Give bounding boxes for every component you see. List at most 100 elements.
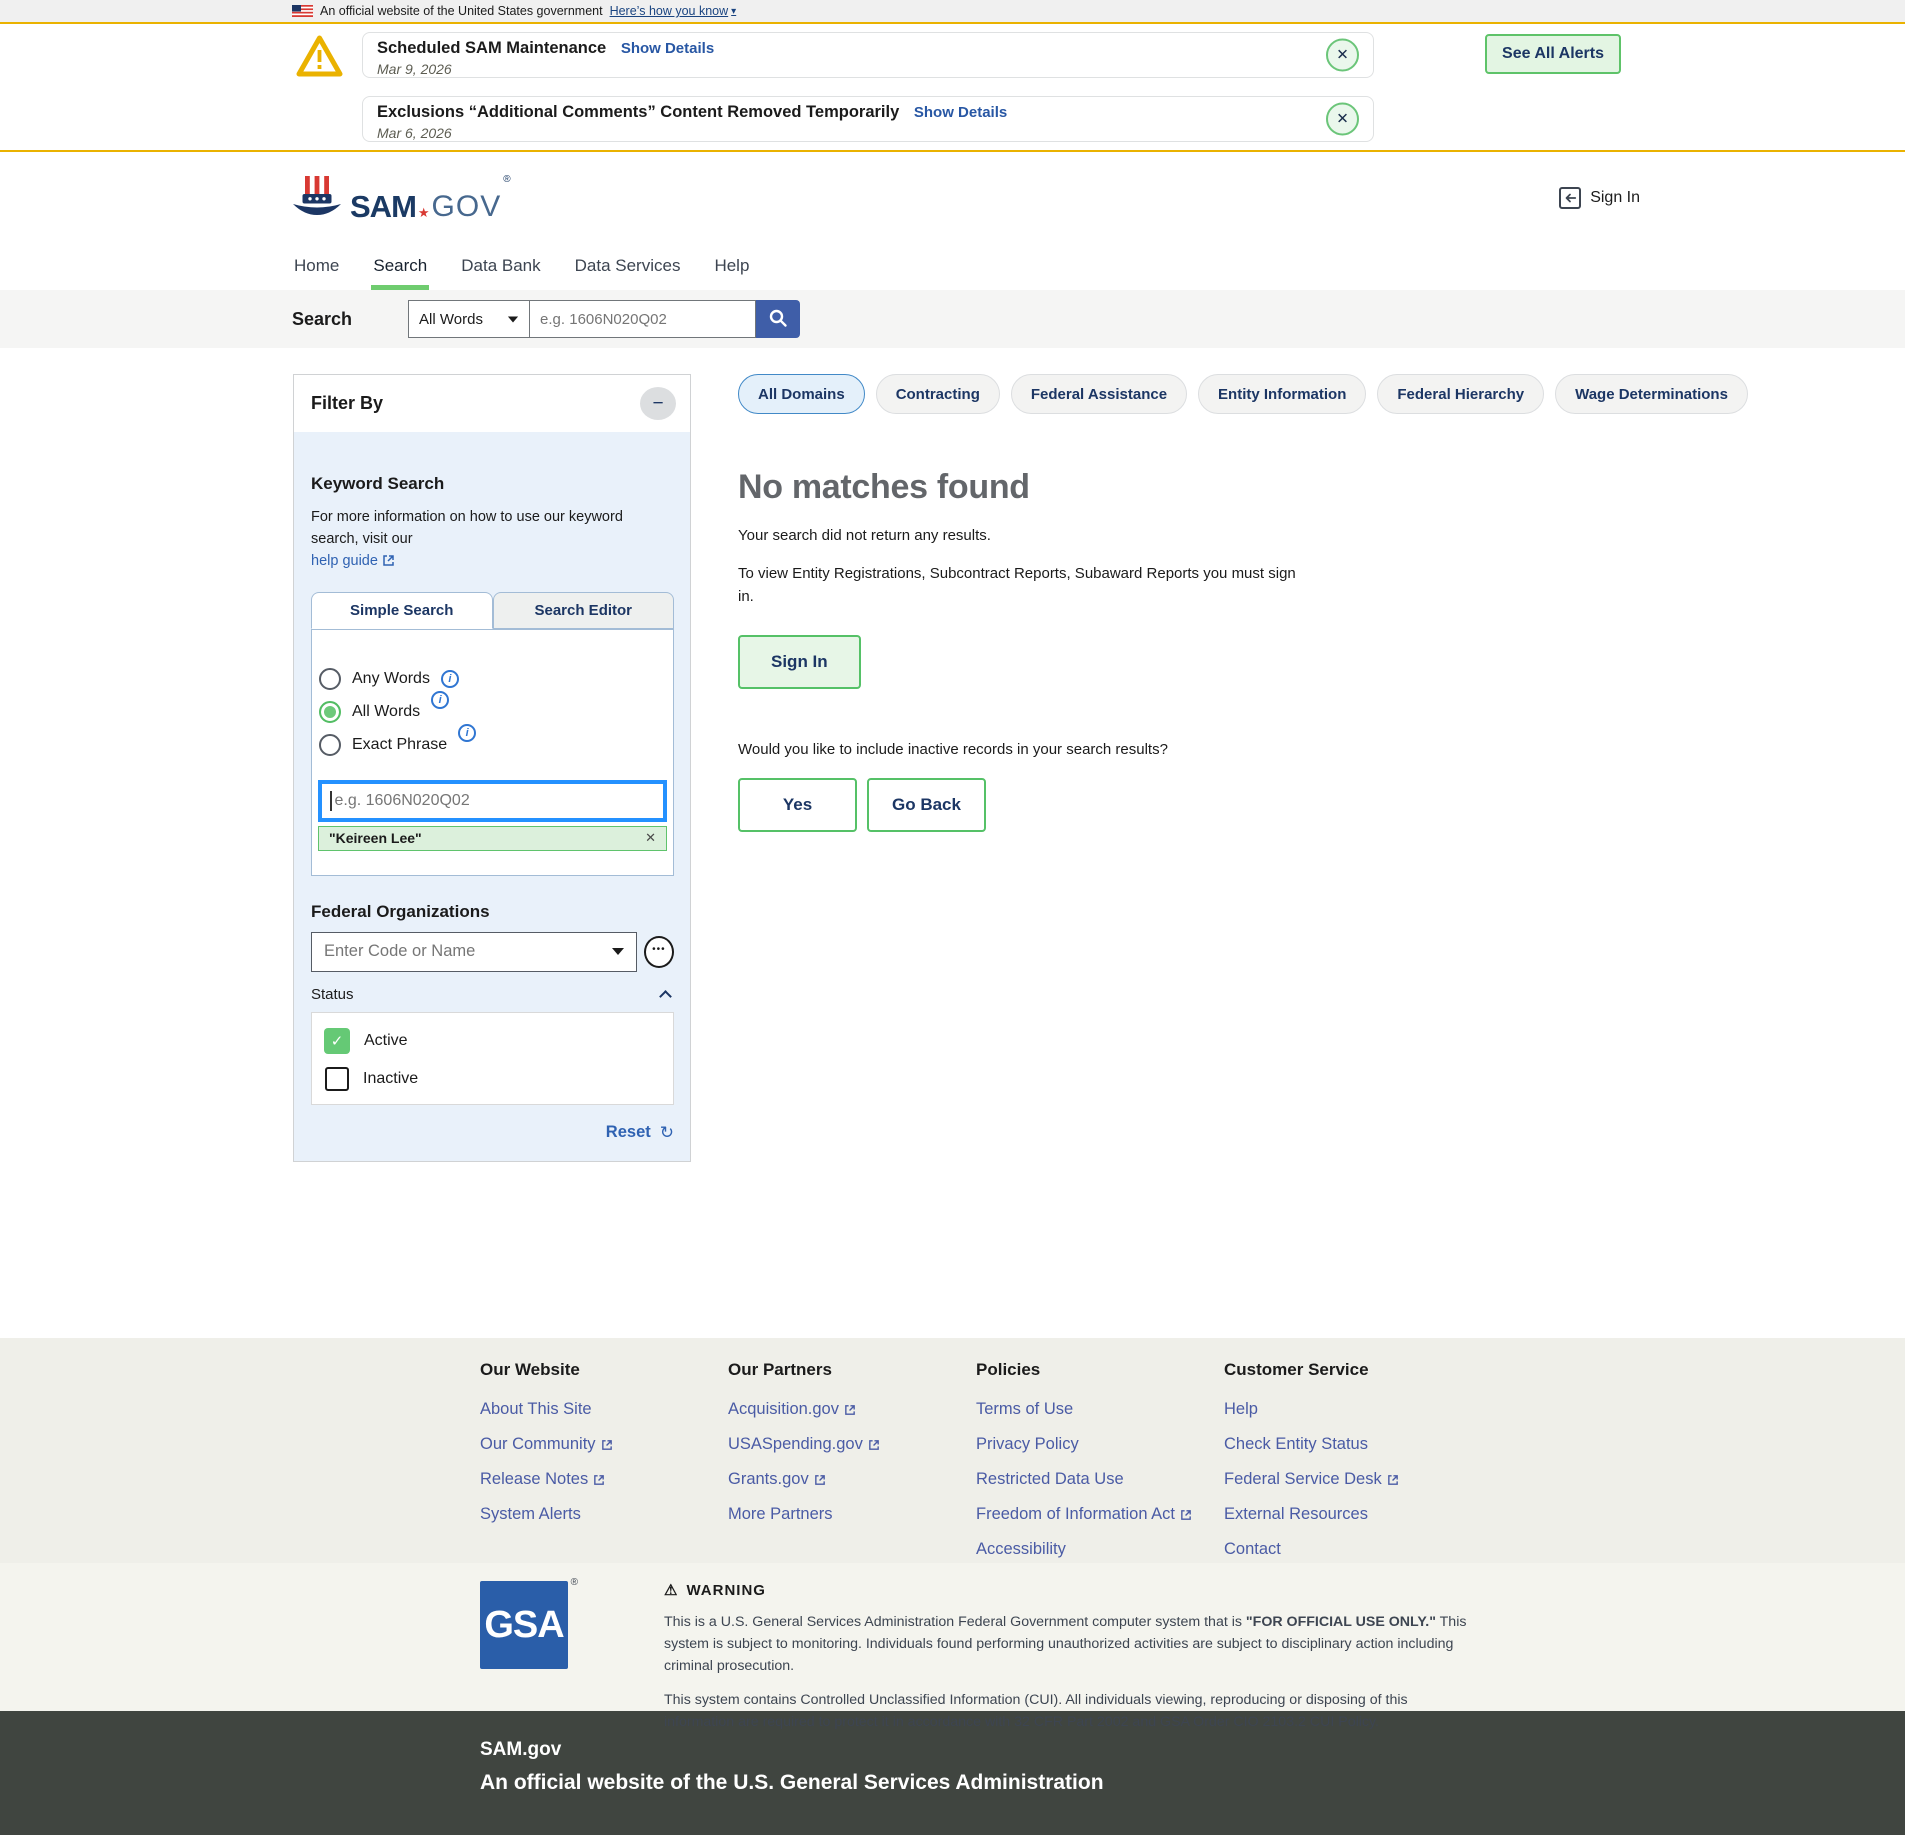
radio-row-any-words: Any Words i <box>318 667 667 690</box>
footer-link-restricted-data-use[interactable]: Restricted Data Use <box>976 1470 1224 1489</box>
keyword-search-heading: Keyword Search <box>311 474 445 493</box>
status-label: Status <box>311 985 354 1003</box>
tab-simple-search[interactable]: Simple Search <box>311 591 493 629</box>
federal-org-input[interactable]: Enter Code or Name <box>311 931 637 972</box>
info-icon[interactable]: i <box>440 669 459 688</box>
footer-link-terms-of-use[interactable]: Terms of Use <box>976 1400 1224 1419</box>
us-flag-icon <box>292 5 313 17</box>
footer-col-our-partners: Our Partners Acquisition.gov USASpending… <box>728 1360 976 1563</box>
help-guide-label: help guide <box>311 552 378 569</box>
filter-by-title: Filter By <box>311 393 384 413</box>
more-options-button[interactable]: ••• <box>643 935 674 968</box>
keyword-info-text: For more information on how to use our k… <box>311 509 623 548</box>
ellipsis-icon: ••• <box>652 944 666 956</box>
sam-gov-logo[interactable]: SAM ★ GOV ® <box>292 174 511 222</box>
global-search-input[interactable]: e.g. 1606N020Q02 <box>530 300 757 338</box>
all-words-radio[interactable] <box>319 700 341 723</box>
reset-icon[interactable]: ↻ <box>660 1123 674 1143</box>
footer-link-foia[interactable]: Freedom of Information Act <box>976 1505 1224 1524</box>
warning-triangle-icon <box>296 34 343 83</box>
nav-search[interactable]: Search <box>371 244 430 290</box>
tab-search-editor[interactable]: Search Editor <box>492 591 674 629</box>
nav-home[interactable]: Home <box>292 244 341 290</box>
footer-link-usaspending-gov[interactable]: USASpending.gov <box>728 1435 976 1454</box>
footer-link-label: About This Site <box>480 1400 592 1418</box>
footer-link-contact[interactable]: Contact <box>1224 1540 1472 1559</box>
sign-in-label: Sign In <box>1590 189 1640 206</box>
caret-down-icon <box>507 316 519 322</box>
yes-button[interactable]: Yes <box>738 777 857 832</box>
external-link-icon <box>1387 1474 1399 1486</box>
keyword-search-input[interactable]: e.g. 1606N020Q02 <box>318 779 667 822</box>
domain-tab-all-domains[interactable]: All Domains <box>738 374 865 414</box>
go-back-button[interactable]: Go Back <box>867 777 986 832</box>
remove-chip-icon[interactable]: ✕ <box>645 830 656 846</box>
exact-phrase-radio[interactable] <box>319 733 341 756</box>
help-guide-link[interactable]: help guide <box>311 553 395 569</box>
external-link-icon <box>382 554 395 567</box>
show-details-link[interactable]: Show Details <box>914 104 1007 121</box>
domain-tab-contracting[interactable]: Contracting <box>875 374 1000 414</box>
banner-how-you-know-link[interactable]: Here’s how you know ▾ <box>610 4 737 18</box>
filter-panel-header: Filter By − <box>294 375 690 432</box>
footer-col-heading: Policies <box>976 1360 1041 1379</box>
info-icon[interactable]: i <box>431 690 450 709</box>
footer-link-privacy-policy[interactable]: Privacy Policy <box>976 1435 1224 1454</box>
footer-site-title: SAM.gov <box>480 1739 562 1760</box>
footer-link-more-partners[interactable]: More Partners <box>728 1505 976 1524</box>
inactive-checkbox[interactable] <box>325 1066 349 1091</box>
domain-tab-wage-determinations[interactable]: Wage Determinations <box>1555 374 1748 414</box>
footer-link-federal-service-desk[interactable]: Federal Service Desk <box>1224 1470 1472 1489</box>
magnifier-icon <box>768 308 788 331</box>
footer-link-system-alerts[interactable]: System Alerts <box>480 1505 728 1524</box>
search-submit-button[interactable] <box>756 300 801 338</box>
sign-in-link[interactable]: Sign In <box>1559 187 1640 209</box>
warning-paragraph-2: This system contains Controlled Unclassi… <box>664 1692 1408 1730</box>
search-mode-select[interactable]: All Words <box>408 300 531 338</box>
close-alert-button[interactable]: ✕ <box>1326 102 1359 136</box>
alert-list: Scheduled SAM Maintenance Show Details M… <box>362 32 1374 160</box>
footer-link-release-notes[interactable]: Release Notes <box>480 1470 728 1489</box>
close-alert-button[interactable]: ✕ <box>1326 38 1359 72</box>
no-matches-heading: No matches found <box>738 468 1030 506</box>
footer-link-help[interactable]: Help <box>1224 1400 1472 1419</box>
show-details-link[interactable]: Show Details <box>621 40 714 57</box>
footer-col-our-website: Our Website About This Site Our Communit… <box>480 1360 728 1563</box>
nav-data-bank[interactable]: Data Bank <box>459 244 542 290</box>
any-words-radio[interactable] <box>319 667 341 690</box>
footer-link-label: Restricted Data Use <box>976 1470 1124 1488</box>
status-inactive-row: Inactive <box>324 1066 661 1091</box>
reset-filters-link[interactable]: Reset <box>606 1123 651 1142</box>
nav-data-services[interactable]: Data Services <box>573 244 683 290</box>
footer-link-label: More Partners <box>728 1505 833 1523</box>
domain-tab-federal-hierarchy[interactable]: Federal Hierarchy <box>1377 374 1545 414</box>
all-words-label: All Words <box>352 702 421 720</box>
domain-tab-federal-assistance[interactable]: Federal Assistance <box>1010 374 1188 414</box>
footer-link-about-this-site[interactable]: About This Site <box>480 1400 728 1419</box>
sign-in-arrow-icon <box>1559 187 1582 209</box>
filter-panel: Filter By − Keyword Search For more info… <box>293 374 691 1162</box>
footer-link-grants-gov[interactable]: Grants.gov <box>728 1470 976 1489</box>
footer-link-accessibility[interactable]: Accessibility <box>976 1540 1224 1559</box>
footer-link-label: System Alerts <box>480 1505 581 1523</box>
active-label: Active <box>364 1031 408 1049</box>
nav-help[interactable]: Help <box>712 244 751 290</box>
see-all-alerts-button[interactable]: See All Alerts <box>1485 34 1621 74</box>
footer-link-check-entity-status[interactable]: Check Entity Status <box>1224 1435 1472 1454</box>
alert-card-exclusions: Exclusions “Additional Comments” Content… <box>362 96 1374 142</box>
collapse-filters-button[interactable]: − <box>640 387 676 420</box>
chevron-up-icon[interactable] <box>659 990 672 1003</box>
footer-link-label: Accessibility <box>976 1540 1066 1558</box>
footer-link-acquisition-gov[interactable]: Acquisition.gov <box>728 1400 976 1419</box>
main-content: Filter By − Keyword Search For more info… <box>0 348 1905 1338</box>
external-link-icon <box>868 1439 880 1451</box>
sign-in-button[interactable]: Sign In <box>738 634 861 689</box>
footer-site-subtitle: An official website of the U.S. General … <box>480 1771 1104 1794</box>
domain-tab-entity-information[interactable]: Entity Information <box>1198 374 1367 414</box>
check-icon: ✓ <box>330 1032 344 1050</box>
footer-link-external-resources[interactable]: External Resources <box>1224 1505 1472 1524</box>
info-icon[interactable]: i <box>458 723 477 742</box>
footer-link-our-community[interactable]: Our Community <box>480 1435 728 1454</box>
search-input-placeholder: e.g. 1606N020Q02 <box>540 310 667 328</box>
active-checkbox[interactable]: ✓ <box>324 1027 350 1054</box>
